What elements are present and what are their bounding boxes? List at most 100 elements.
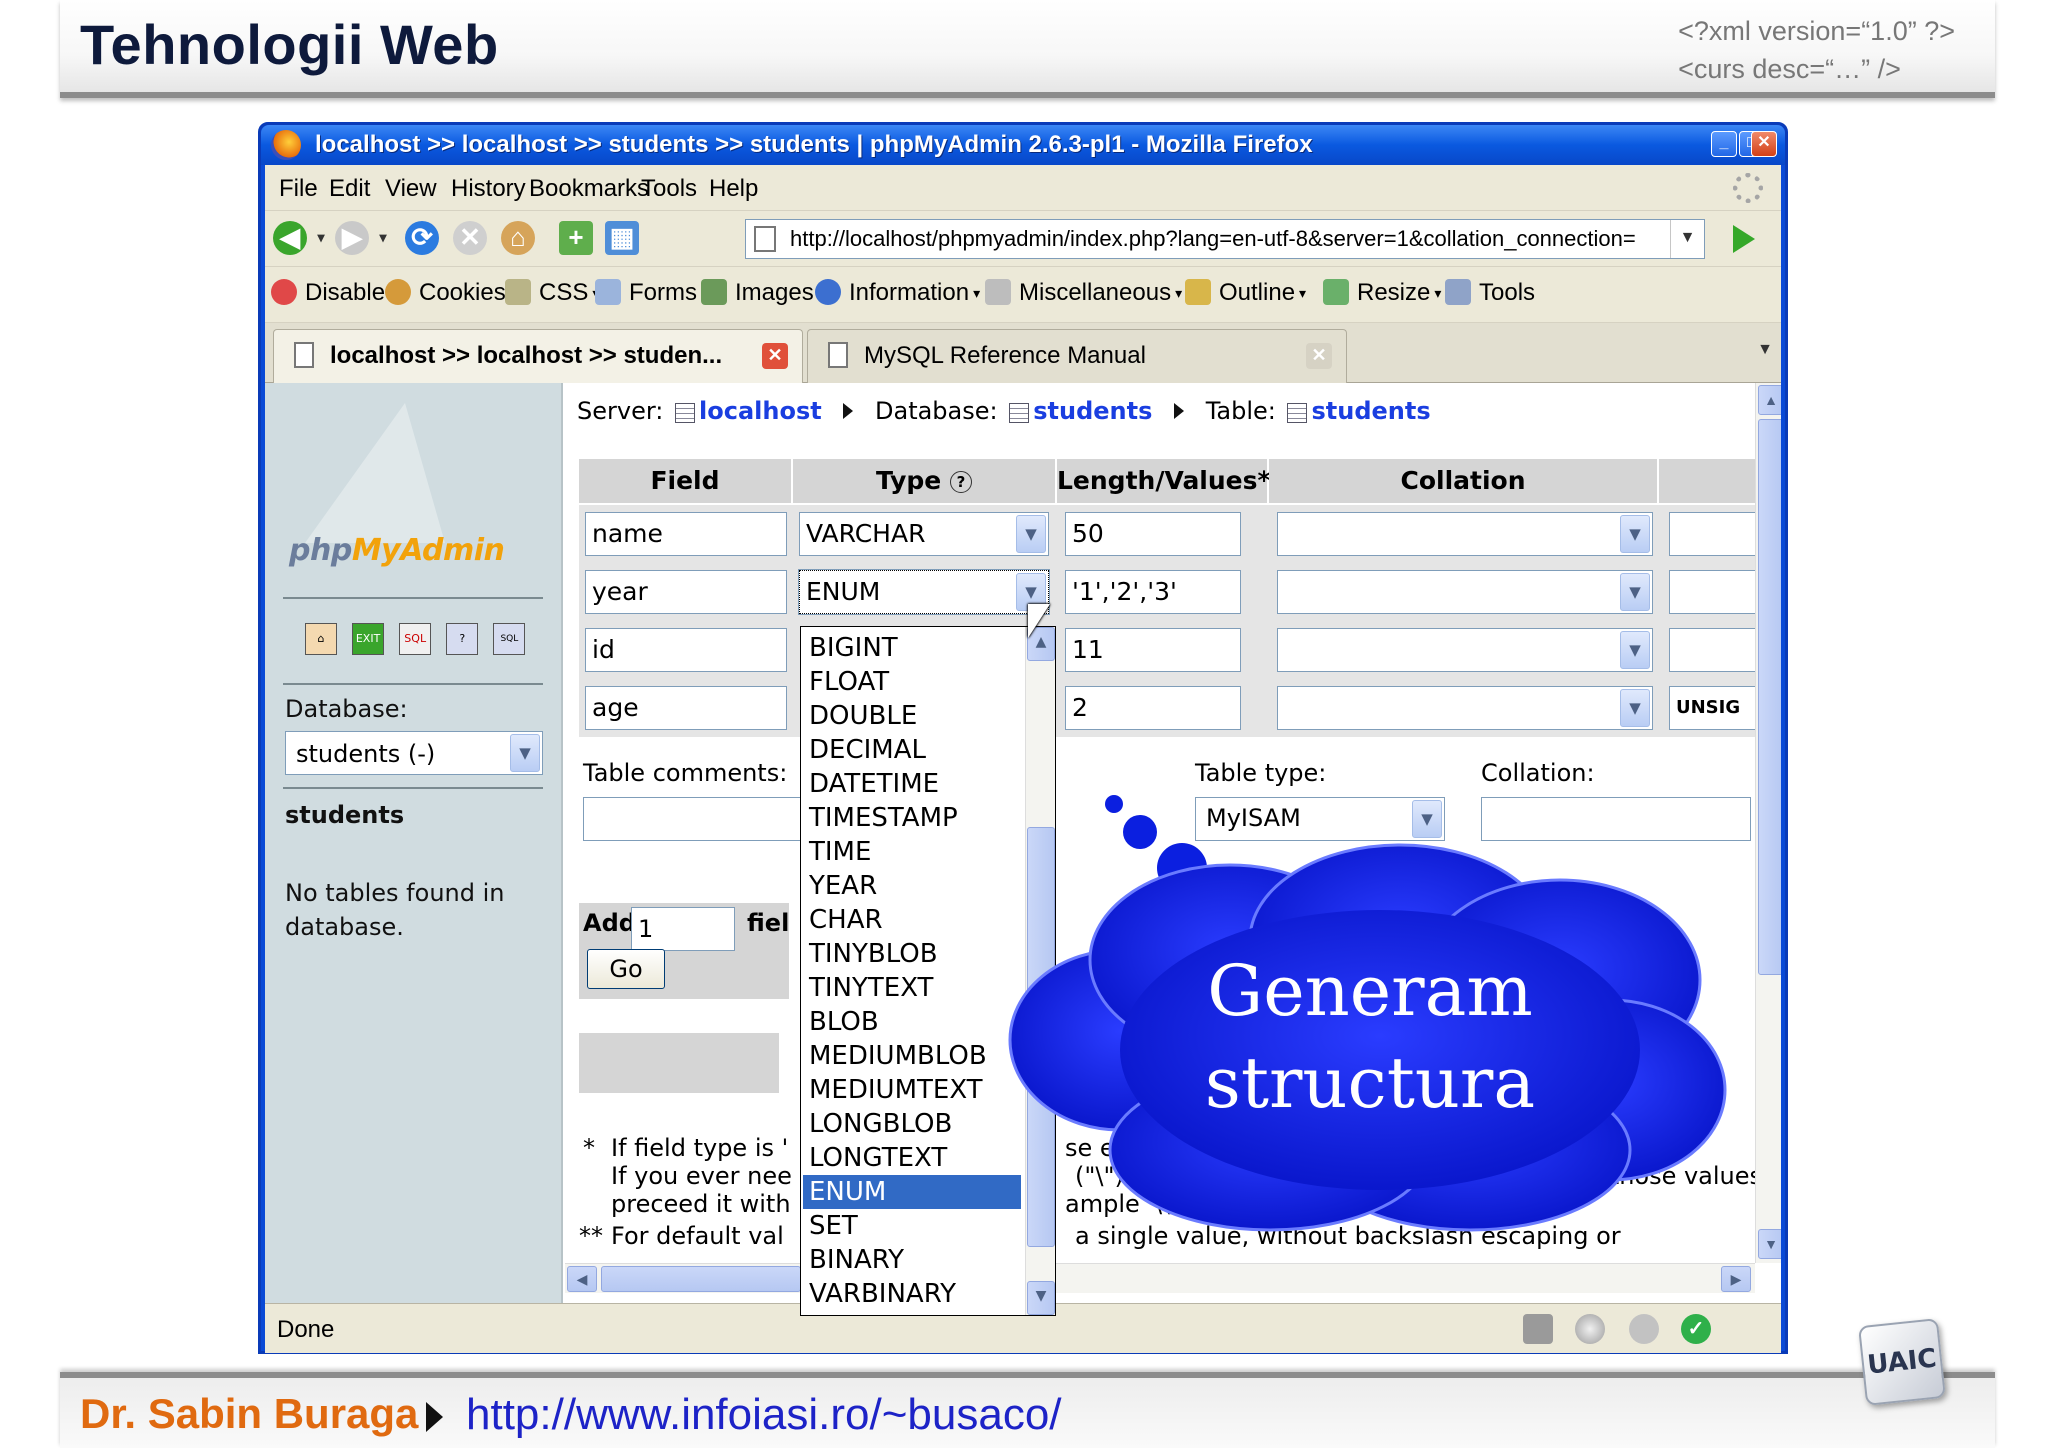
- go-button[interactable]: Go: [587, 949, 665, 989]
- type-option[interactable]: TINYBLOB: [803, 937, 1021, 971]
- tab-mysql-manual[interactable]: MySQL Reference Manual ✕: [807, 329, 1347, 383]
- server-link[interactable]: localhost: [699, 397, 822, 425]
- dev-disable[interactable]: Disable▾: [271, 279, 396, 307]
- field-collation-select[interactable]: ▼: [1277, 570, 1653, 614]
- field-length-input[interactable]: 2: [1065, 686, 1241, 730]
- type-option[interactable]: BIGINT: [803, 631, 1021, 665]
- scroll-up-icon[interactable]: ▲: [1758, 385, 1781, 415]
- field-attributes-select[interactable]: [1669, 570, 1759, 614]
- field-attributes-select[interactable]: [1669, 628, 1759, 672]
- menu-view[interactable]: View: [385, 175, 437, 203]
- sql-icon[interactable]: SQL: [399, 623, 432, 655]
- tab-localhost[interactable]: localhost >> localhost >> studen... ✕: [273, 329, 803, 383]
- field-length-input[interactable]: '1','2','3': [1065, 570, 1241, 614]
- back-icon[interactable]: ◀: [273, 221, 307, 255]
- scroll-right-icon[interactable]: ▶: [1721, 1266, 1751, 1292]
- field-name-input[interactable]: age: [585, 686, 787, 730]
- dev-forms[interactable]: Forms▾: [595, 279, 708, 307]
- dev-resize[interactable]: Resize ▾: [1323, 279, 1441, 307]
- reload-icon[interactable]: ⟳: [405, 221, 439, 255]
- sql-help-icon[interactable]: SQL: [493, 623, 526, 655]
- close-tab-icon[interactable]: ✕: [1306, 343, 1332, 369]
- dev-css[interactable]: CSS▾: [505, 279, 599, 307]
- field-attributes-select[interactable]: UNSIG: [1669, 686, 1759, 730]
- status-indicator-icon[interactable]: [1575, 1314, 1605, 1344]
- type-option[interactable]: BINARY: [803, 1243, 1021, 1277]
- type-option[interactable]: FLOAT: [803, 665, 1021, 699]
- field-name-input[interactable]: name: [585, 512, 787, 556]
- back-history-icon[interactable]: ▾: [313, 221, 329, 255]
- face-icon[interactable]: [1629, 1314, 1659, 1344]
- field-type-select[interactable]: VARCHAR ▼: [799, 512, 1049, 556]
- type-option[interactable]: DATETIME: [803, 767, 1021, 801]
- go-icon[interactable]: [1733, 225, 1755, 253]
- author-url-link[interactable]: http://www.infoiasi.ro/~busaco/: [466, 1390, 1062, 1440]
- menu-help[interactable]: Help: [709, 175, 758, 203]
- scroll-down-icon[interactable]: ▼: [1027, 1281, 1055, 1315]
- type-option[interactable]: BLOB: [803, 1005, 1021, 1039]
- type-option[interactable]: DECIMAL: [803, 733, 1021, 767]
- menu-edit[interactable]: Edit: [329, 175, 370, 203]
- close-tab-icon[interactable]: ✕: [762, 343, 788, 369]
- type-option[interactable]: LONGTEXT: [803, 1141, 1021, 1175]
- type-option[interactable]: TIME: [803, 835, 1021, 869]
- type-option[interactable]: DOUBLE: [803, 699, 1021, 733]
- type-option[interactable]: TIMESTAMP: [803, 801, 1021, 835]
- field-collation-select[interactable]: ▼: [1277, 686, 1653, 730]
- dev-information[interactable]: Information ▾: [815, 279, 980, 307]
- field-length-input[interactable]: 50: [1065, 512, 1241, 556]
- chevron-down-icon[interactable]: ▼: [1620, 573, 1650, 611]
- url-bar[interactable]: http://localhost/phpmyadmin/index.php?la…: [745, 219, 1705, 259]
- horizontal-scrollbar[interactable]: ◀ ▶: [565, 1263, 1755, 1293]
- type-option[interactable]: MEDIUMTEXT: [803, 1073, 1021, 1107]
- chevron-down-icon[interactable]: ▼: [1620, 515, 1650, 553]
- type-option[interactable]: VARBINARY: [803, 1277, 1021, 1311]
- scroll-left-icon[interactable]: ◀: [567, 1266, 597, 1292]
- scroll-down-icon[interactable]: ▼: [1758, 1229, 1781, 1259]
- stop-icon[interactable]: ✕: [453, 221, 487, 255]
- database-select[interactable]: students (-) ▼: [285, 731, 543, 775]
- exit-icon[interactable]: EXIT: [352, 623, 385, 655]
- type-option[interactable]: TINYTEXT: [803, 971, 1021, 1005]
- menu-tools[interactable]: Tools: [641, 175, 697, 203]
- help-icon[interactable]: ?: [949, 471, 972, 493]
- dev-miscellaneous[interactable]: Miscellaneous ▾: [985, 279, 1182, 307]
- close-button[interactable]: ✕: [1751, 131, 1777, 157]
- chevron-down-icon[interactable]: ▼: [1620, 631, 1650, 669]
- dev-images[interactable]: Images▾: [701, 279, 825, 307]
- url-text[interactable]: http://localhost/phpmyadmin/index.php?la…: [790, 226, 1650, 252]
- check-icon[interactable]: ✓: [1681, 1314, 1711, 1344]
- resize-status-icon[interactable]: [1523, 1314, 1553, 1344]
- database-link[interactable]: students: [1033, 397, 1152, 425]
- pma-logo[interactable]: phpMyAdmin: [289, 533, 505, 568]
- home-icon[interactable]: ⌂: [501, 221, 535, 255]
- field-name-input[interactable]: id: [585, 628, 787, 672]
- chevron-down-icon[interactable]: ▼: [1620, 689, 1650, 727]
- type-option[interactable]: SET: [803, 1209, 1021, 1243]
- url-dropdown-button[interactable]: ▼: [1670, 220, 1704, 258]
- menu-file[interactable]: File: [279, 175, 318, 203]
- dev-outline[interactable]: Outline ▾: [1185, 279, 1306, 307]
- tab-list-button[interactable]: ▼: [1757, 341, 1773, 359]
- field-type-select[interactable]: ENUM ▼: [798, 569, 1050, 615]
- help-icon[interactable]: ?: [446, 623, 479, 655]
- minimize-button[interactable]: _: [1711, 131, 1737, 157]
- home-icon[interactable]: ⌂: [305, 623, 337, 655]
- chevron-down-icon[interactable]: ▼: [1016, 515, 1046, 553]
- type-option[interactable]: LONGBLOB: [803, 1107, 1021, 1141]
- type-option-selected[interactable]: ENUM: [803, 1175, 1021, 1209]
- field-attributes-select[interactable]: [1669, 512, 1759, 556]
- menu-history[interactable]: History: [451, 175, 526, 203]
- dev-tools[interactable]: Tools: [1445, 279, 1535, 307]
- vertical-scrollbar[interactable]: ▲ ▼: [1755, 383, 1781, 1263]
- type-option[interactable]: CHAR: [803, 903, 1021, 937]
- scrollbar-thumb[interactable]: [601, 1266, 801, 1292]
- field-collation-select[interactable]: ▼: [1277, 512, 1653, 556]
- type-option[interactable]: MEDIUMBLOB: [803, 1039, 1021, 1073]
- table-link[interactable]: students: [1311, 397, 1430, 425]
- forward-history-icon[interactable]: ▾: [375, 221, 391, 255]
- field-name-input[interactable]: year: [585, 570, 787, 614]
- scrollbar-thumb[interactable]: [1758, 419, 1781, 975]
- menu-bookmarks[interactable]: Bookmarks: [529, 175, 649, 203]
- screen-icon[interactable]: ▦: [605, 221, 639, 255]
